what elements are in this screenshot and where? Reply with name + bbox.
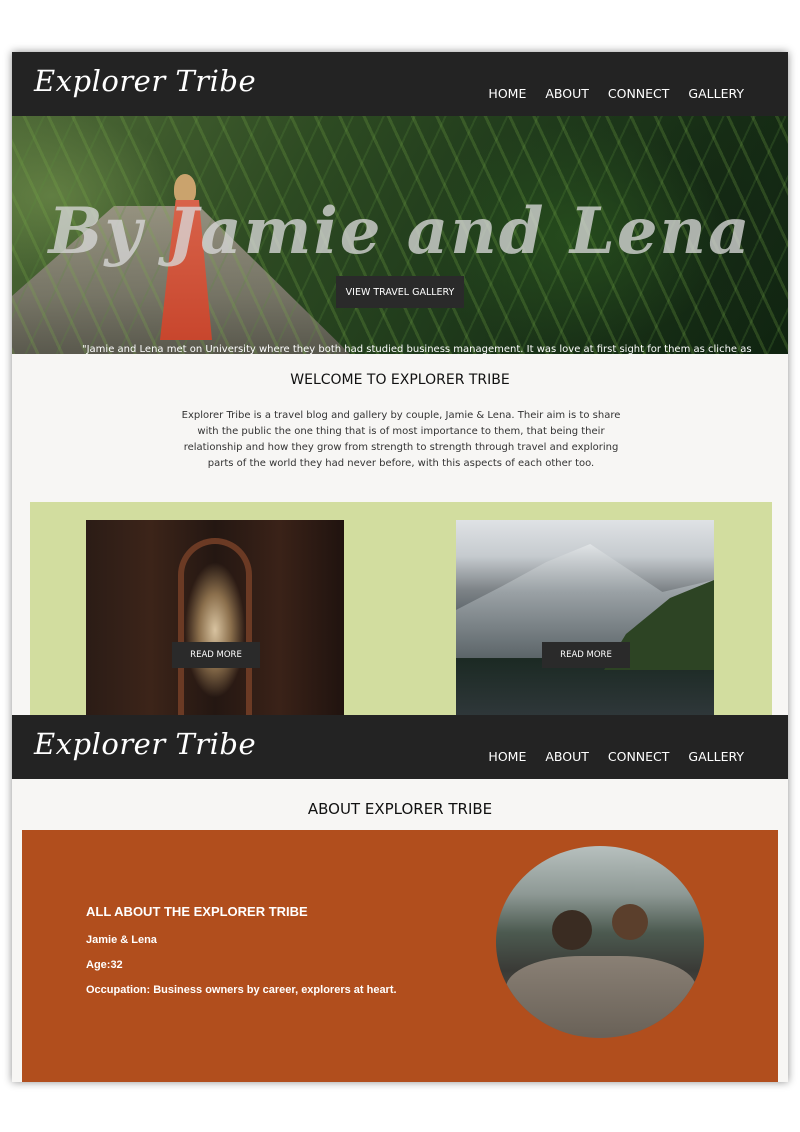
top-navbar: Explorer Tribe HOME ABOUT CONNECT GALLER… — [12, 52, 788, 116]
nav-about[interactable]: ABOUT — [545, 86, 589, 101]
about-quote: "Jamie and Lena met on University where … — [82, 344, 752, 355]
nav-home[interactable]: HOME — [488, 749, 526, 764]
view-travel-gallery-button[interactable]: VIEW TRAVEL GALLERY — [336, 276, 464, 308]
alley-arch-shape — [178, 538, 252, 720]
nav-connect[interactable]: CONNECT — [608, 749, 670, 764]
card-mountain-image[interactable]: READ MORE — [456, 520, 714, 720]
about-names: Jamie & Lena — [86, 934, 157, 946]
nav-gallery[interactable]: GALLERY — [688, 749, 744, 764]
site-logo[interactable]: Explorer Tribe — [34, 64, 256, 98]
nav-home[interactable]: HOME — [488, 86, 526, 101]
nav-menu: HOME ABOUT CONNECT GALLERY — [488, 749, 744, 764]
card-alley-image[interactable]: READ MORE — [86, 520, 344, 720]
nav-menu: HOME ABOUT CONNECT GALLERY — [488, 86, 744, 101]
read-more-button[interactable]: READ MORE — [172, 642, 260, 668]
read-more-button[interactable]: READ MORE — [542, 642, 630, 668]
about-age: Age:32 — [86, 959, 123, 971]
page-frame: Explorer Tribe HOME ABOUT CONNECT GALLER… — [12, 52, 788, 1082]
nav-connect[interactable]: CONNECT — [608, 86, 670, 101]
nav-gallery[interactable]: GALLERY — [688, 86, 744, 101]
about-heading: ALL ABOUT THE EXPLORER TRIBE — [86, 904, 308, 919]
hero-title: By Jamie and Lena — [48, 194, 752, 269]
site-logo[interactable]: Explorer Tribe — [34, 727, 256, 761]
welcome-text: Explorer Tribe is a travel blog and gall… — [181, 410, 621, 469]
about-title: ABOUT EXPLORER TRIBE — [307, 800, 493, 818]
hero-banner: By Jamie and Lena VIEW TRAVEL GALLERY — [12, 116, 788, 354]
featured-cards-section: READ MORE READ MORE — [30, 502, 772, 722]
nav-about[interactable]: ABOUT — [545, 749, 589, 764]
couple-photo — [496, 846, 704, 1038]
about-panel: ALL ABOUT THE EXPLORER TRIBE Jamie & Len… — [22, 830, 778, 1082]
about-occupation: Occupation: Business owners by career, e… — [86, 984, 397, 996]
about-navbar: Explorer Tribe HOME ABOUT CONNECT GALLER… — [12, 715, 788, 779]
welcome-title: WELCOME TO EXPLORER TRIBE — [290, 372, 510, 388]
